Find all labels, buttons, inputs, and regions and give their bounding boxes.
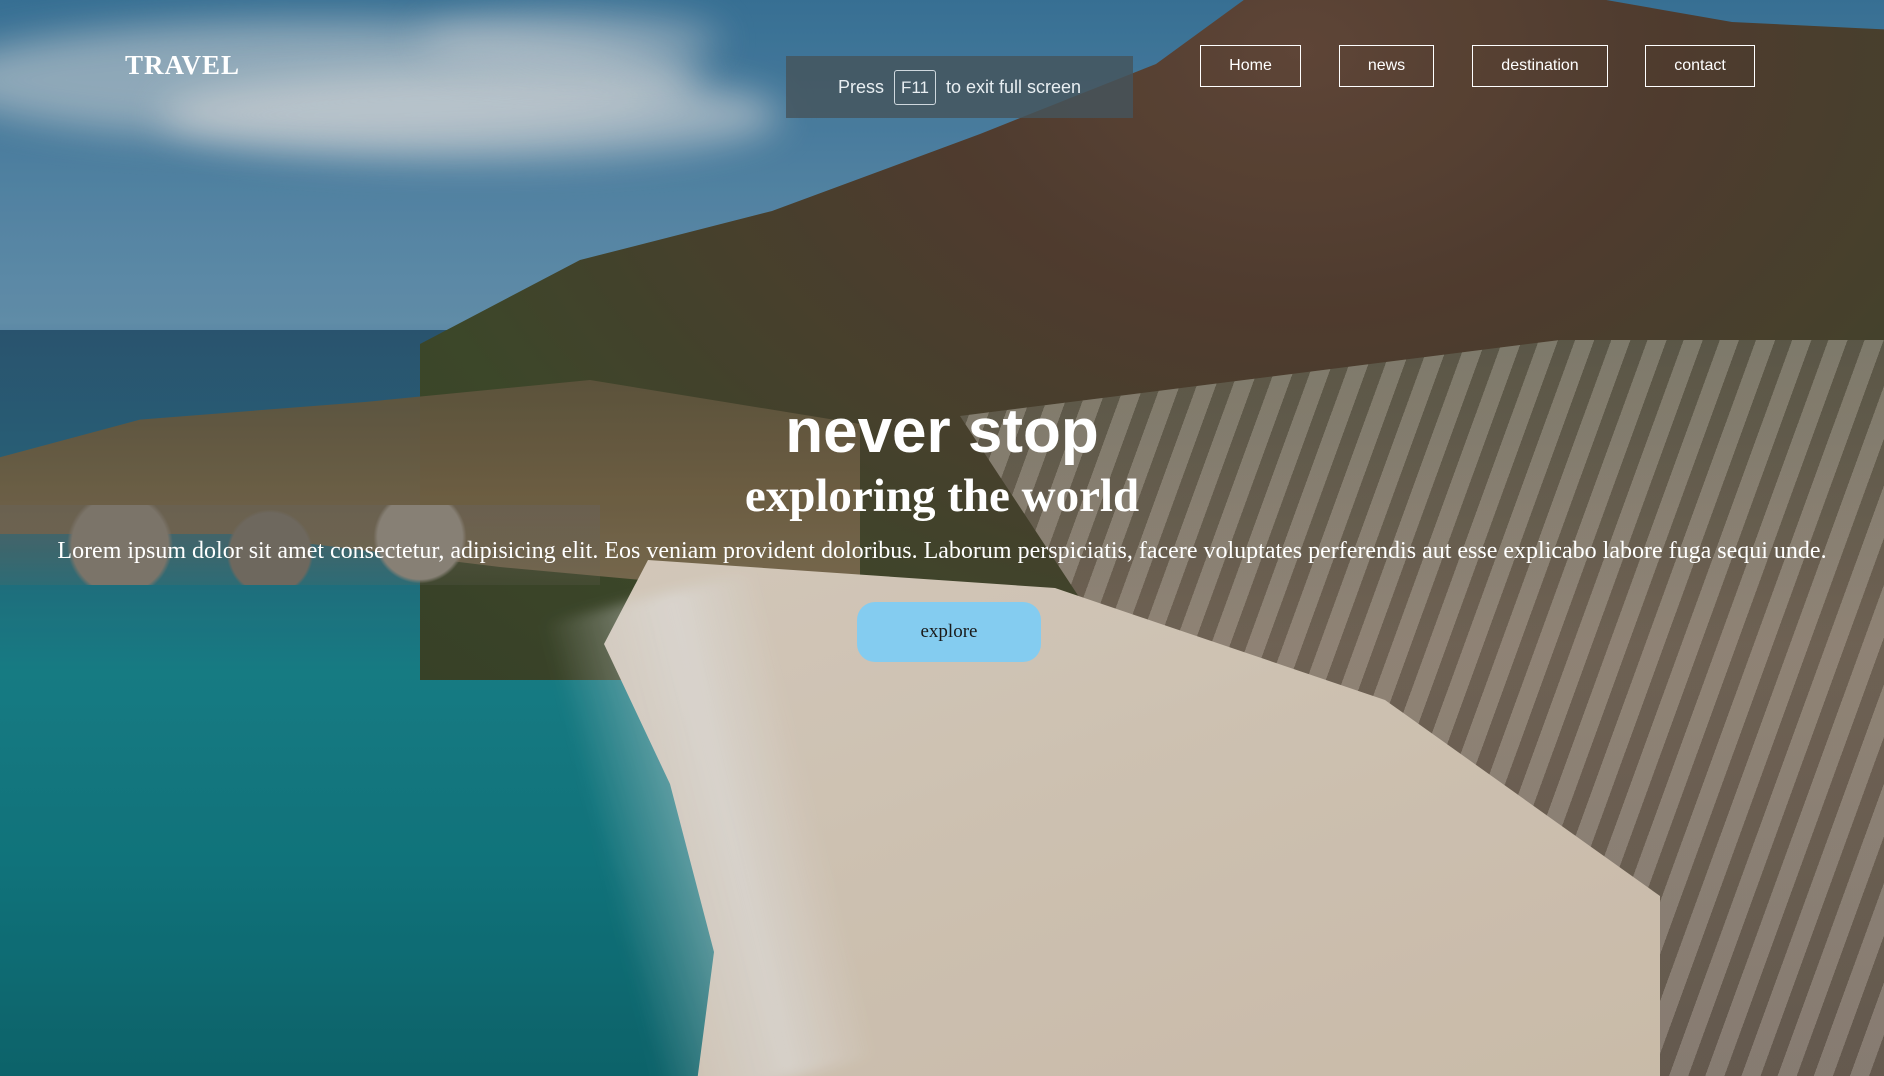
hero-title: never stop	[785, 397, 1099, 466]
hero-subtitle: exploring the world	[744, 470, 1140, 522]
explore-button[interactable]: explore	[857, 602, 1041, 662]
nav-contact-button[interactable]: contact	[1645, 45, 1755, 87]
f11-key: F11	[893, 69, 936, 105]
nav-destination-button[interactable]: destination	[1472, 45, 1608, 87]
nav-news-button[interactable]: news	[1339, 45, 1434, 87]
nav-home-button[interactable]: Home	[1200, 45, 1301, 87]
fullscreen-notice-suffix: to exit full screen	[946, 76, 1082, 97]
fullscreen-notice: Press F11 to exit full screen	[786, 56, 1133, 118]
fullscreen-notice-prefix: Press	[837, 76, 884, 97]
hero-description: Lorem ipsum dolor sit amet consectetur, …	[57, 538, 1827, 564]
